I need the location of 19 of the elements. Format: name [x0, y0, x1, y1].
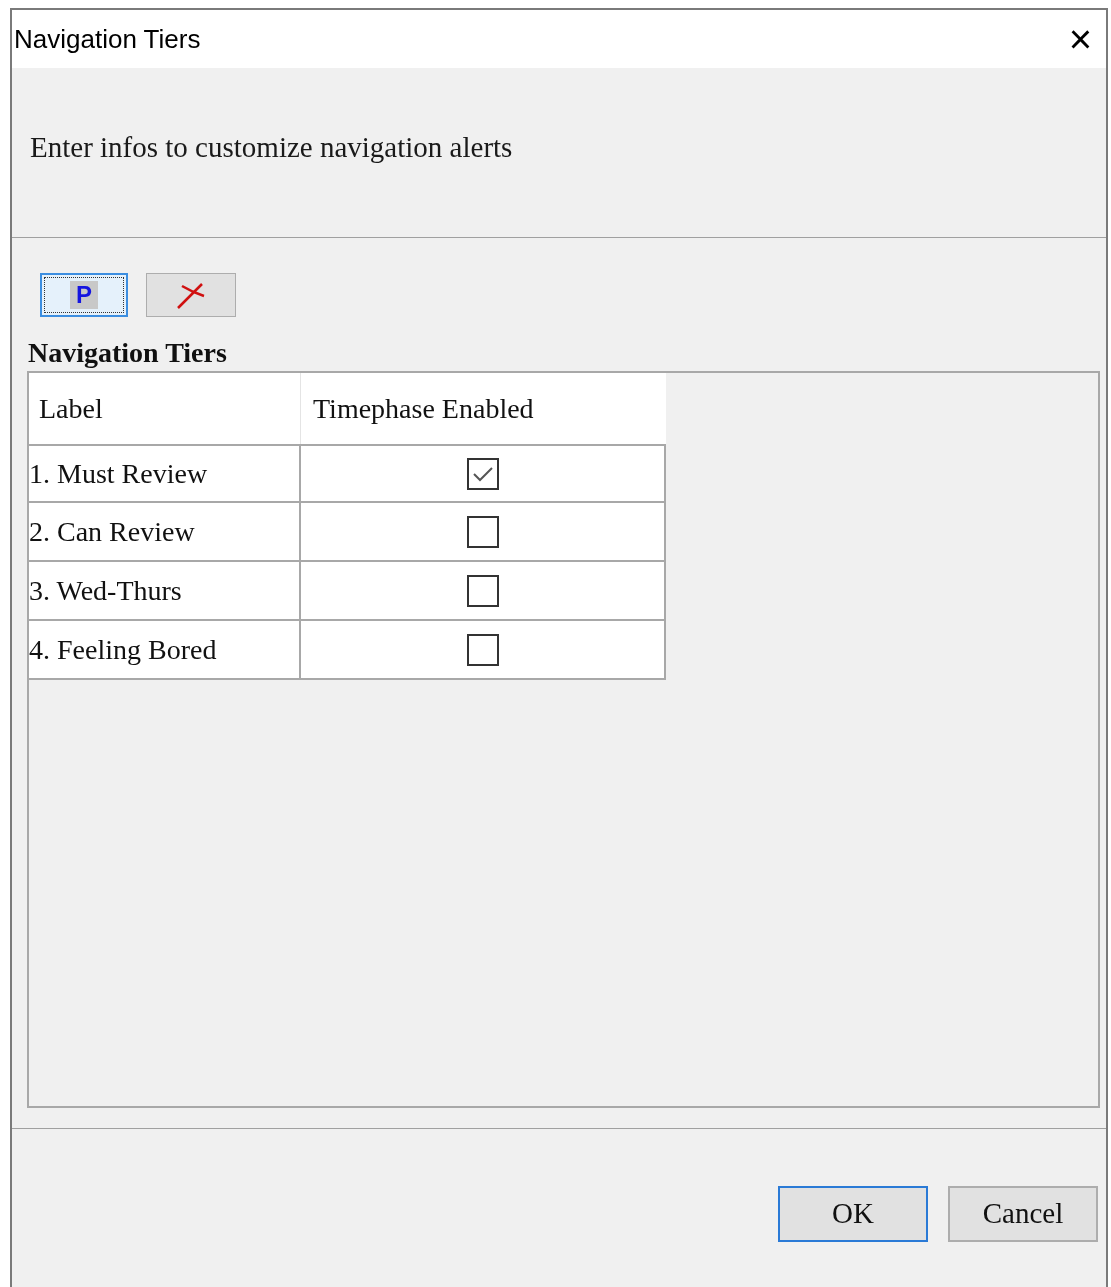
column-header[interactable]: Timephase Enabled	[301, 373, 666, 444]
table-cell: 4. Feeling Bored	[29, 621, 301, 678]
cancel-button[interactable]: Cancel	[948, 1186, 1098, 1242]
checkbox[interactable]	[466, 633, 499, 666]
section-title: Navigation Tiers	[27, 336, 228, 370]
window-title: Navigation Tiers	[14, 22, 201, 56]
close-button[interactable]: ×	[1068, 19, 1092, 59]
tool-button[interactable]: P	[40, 273, 128, 317]
checkbox[interactable]	[466, 574, 499, 607]
delete-button[interactable]	[146, 273, 236, 317]
column-header[interactable]: Label	[29, 373, 301, 444]
table-cell: 1. Must Review	[29, 446, 301, 501]
table-cell: 3. Wed-Thurs	[29, 562, 301, 619]
checkbox[interactable]	[466, 515, 499, 548]
checkbox[interactable]	[466, 457, 499, 490]
instruction-text: Enter infos to customize navigation alerts	[30, 131, 513, 163]
table-cell: 2. Can Review	[29, 503, 301, 560]
check-icon	[471, 464, 494, 483]
ok-button[interactable]: OK	[778, 1186, 928, 1242]
